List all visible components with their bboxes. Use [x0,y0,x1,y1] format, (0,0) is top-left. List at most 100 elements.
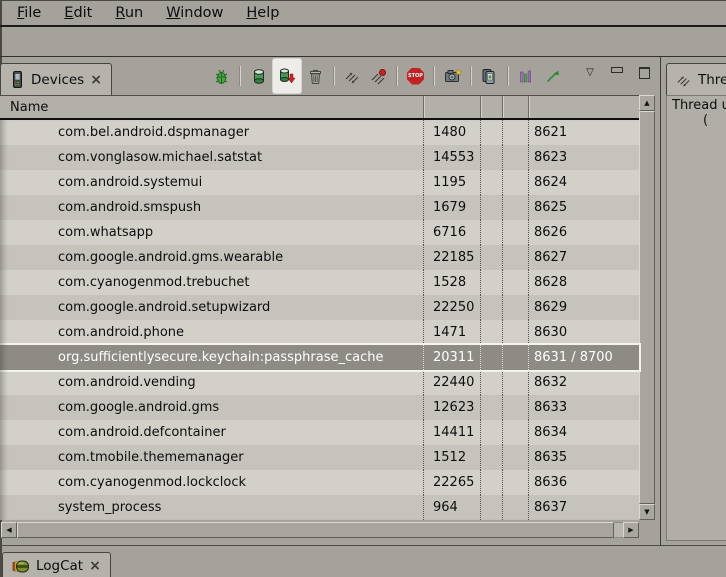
client-name: com.tmobile.thememanager [0,445,423,470]
scroll-right-icon[interactable]: ▶ [623,522,639,538]
menu-window[interactable]: Window [155,3,235,23]
client-blank2 [502,345,528,370]
device-row[interactable]: org.sufficientlysecure.keychain:passphra… [0,345,639,370]
client-port: 8628 [528,270,639,295]
device-row[interactable]: com.android.defcontainer 14411 8634 [0,420,639,445]
profiling-icon [370,68,387,85]
tab-logcat[interactable]: LogCat × [2,552,111,577]
device-row[interactable]: com.bel.android.dspmanager 1480 8621 [0,120,639,145]
client-blank2 [502,295,528,320]
column-header-blank1 [480,96,502,118]
client-name: org.sufficientlysecure.keychain:passphra… [0,345,423,370]
debug-attach-button[interactable] [210,64,233,88]
tab-logcat-close-icon[interactable]: × [89,558,101,574]
device-row[interactable]: com.google.android.setupwizard 22250 862… [0,295,639,320]
threads-icon [344,68,361,85]
client-blank2 [502,420,528,445]
trash-icon [308,68,323,85]
devices-toolbar: STOP [210,59,564,93]
update-heap-button[interactable] [247,64,270,88]
screen-capture-button[interactable] [441,64,464,88]
device-row[interactable]: com.tmobile.thememanager 1512 8635 [0,445,639,470]
client-blank1 [480,495,502,520]
device-row[interactable]: com.vonglasow.michael.satstat 14553 8623 [0,145,639,170]
client-blank1 [480,245,502,270]
horizontal-scrollbar[interactable]: ◀ ▶ [1,522,639,538]
start-method-profiling-button[interactable] [367,64,390,88]
client-pid: 1471 [423,320,480,345]
update-threads-button[interactable] [341,64,364,88]
client-pid: 20311 [423,345,480,370]
start-opengl-trace-button[interactable] [541,64,564,88]
device-row[interactable]: com.android.systemui 1195 8624 [0,170,639,195]
dump-hprof-button[interactable] [273,59,301,93]
client-blank1 [480,195,502,220]
device-row[interactable]: com.whatsapp 6716 8626 [0,220,639,245]
device-row[interactable]: com.cyanogenmod.lockclock 22265 8636 [0,470,639,495]
device-table-body: com.bel.android.dspmanager 1480 8621 com… [0,120,639,520]
client-port: 8636 [528,470,639,495]
vertical-scrollbar[interactable]: ▲ ▼ [639,95,655,520]
column-header-pid [423,96,480,118]
client-pid: 1528 [423,270,480,295]
client-blank2 [502,495,528,520]
stop-process-button[interactable]: STOP [404,64,427,88]
horizontal-scrollbar-thumb[interactable] [17,522,614,538]
capture-system-trace-button[interactable] [515,64,538,88]
client-pid: 1480 [423,120,480,145]
threads-panel: Threads Thread up ( [666,57,726,545]
client-port: 8626 [528,220,639,245]
column-header-blank2 [502,96,528,118]
tab-threads[interactable]: Threads [666,63,726,95]
vertical-scrollbar-thumb[interactable] [639,111,655,504]
device-row[interactable]: com.google.android.gms 12623 8633 [0,395,639,420]
cause-gc-button[interactable] [304,64,327,88]
client-blank1 [480,295,502,320]
client-pid: 1512 [423,445,480,470]
client-pid: 6716 [423,220,480,245]
device-row[interactable]: com.android.smspush 1679 8625 [0,195,639,220]
device-row[interactable]: com.android.vending 22440 8632 [0,370,639,395]
tab-devices-close-icon[interactable]: × [90,73,102,87]
device-row[interactable]: com.google.android.gms.wearable 22185 86… [0,245,639,270]
maximize-icon[interactable] [636,65,652,80]
tab-devices[interactable]: Devices × [0,63,112,95]
client-pid: 22185 [423,245,480,270]
client-blank1 [480,145,502,170]
device-row[interactable]: com.android.phone 1471 8630 [0,320,639,345]
client-blank2 [502,120,528,145]
scroll-up-icon[interactable]: ▲ [639,95,655,111]
device-row[interactable]: com.cyanogenmod.trebuchet 1528 8628 [0,270,639,295]
client-blank2 [502,170,528,195]
screen-record-button[interactable] [478,64,501,88]
menu-run[interactable]: Run [104,3,155,23]
menu-file[interactable]: File [6,3,53,23]
client-blank2 [502,270,528,295]
heap-icon [251,68,267,85]
client-port: 8629 [528,295,639,320]
column-header-name: Name [0,96,423,118]
horizontal-scrollbar-track[interactable] [614,522,623,538]
threads-content: Thread up ( [666,95,726,541]
bug-icon [213,68,230,85]
scroll-left-icon[interactable]: ◀ [1,522,17,538]
menu-bar: File Edit Run Window Help [0,0,726,27]
client-name: com.vonglasow.michael.satstat [0,145,423,170]
client-name: com.cyanogenmod.lockclock [0,470,423,495]
client-blank1 [480,370,502,395]
client-blank2 [502,145,528,170]
camera-icon [444,68,462,84]
menu-edit[interactable]: Edit [53,3,104,23]
minimize-icon[interactable] [609,65,625,80]
tab-devices-label: Devices [31,72,84,88]
menu-help[interactable]: Help [235,3,291,23]
view-menu-icon[interactable]: ▽ [582,65,598,80]
client-port: 8623 [528,145,639,170]
device-row[interactable]: system_process 964 8637 [0,495,639,520]
hprof-icon [278,67,296,85]
threads-message-line1: Thread up [667,98,726,113]
scroll-down-icon[interactable]: ▼ [639,504,655,520]
client-port: 8633 [528,395,639,420]
client-blank1 [480,420,502,445]
bottom-tab-area: LogCat × [0,545,726,577]
